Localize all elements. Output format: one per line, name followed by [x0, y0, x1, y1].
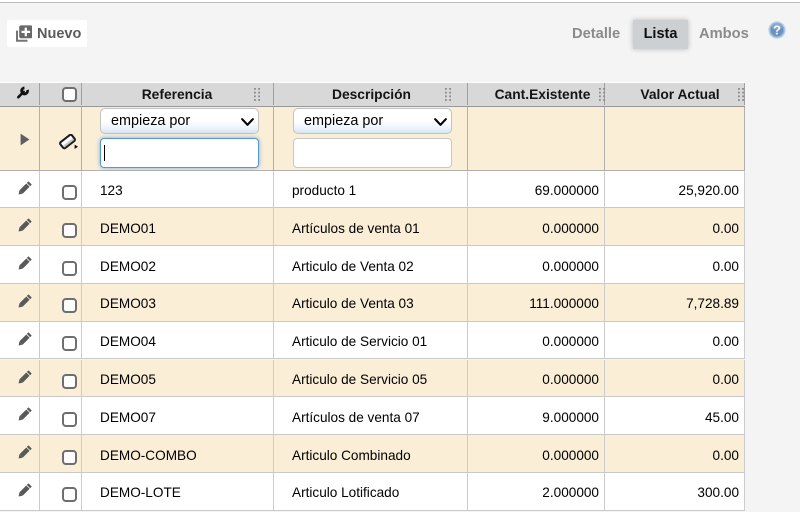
svg-text:?: ?	[773, 23, 781, 38]
